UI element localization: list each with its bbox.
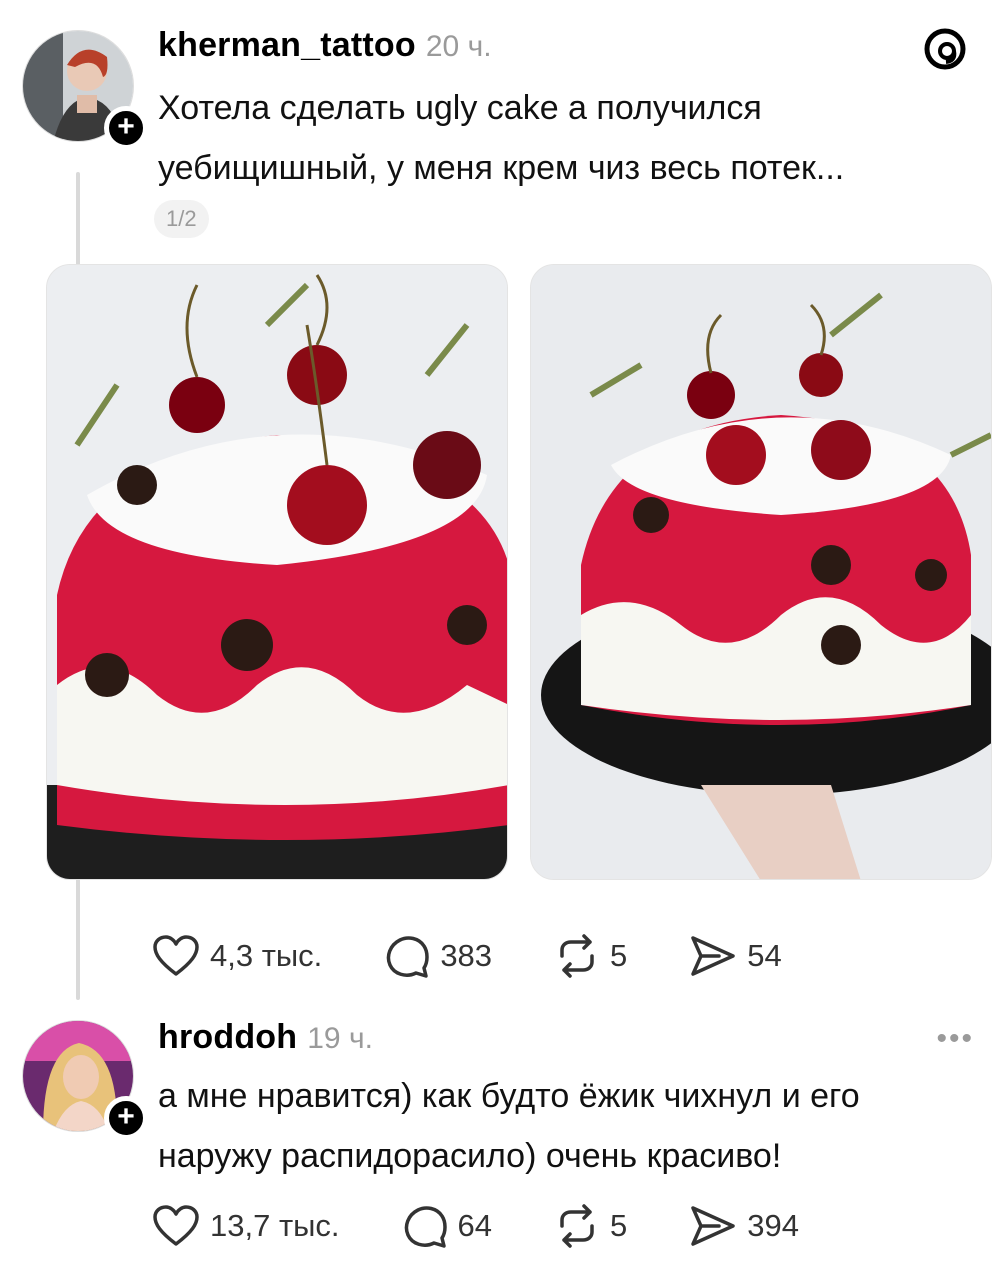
comment-icon <box>404 1206 447 1248</box>
post-text: Хотела сделать ugly cake а получился уеб… <box>158 89 845 187</box>
avatar-container[interactable]: + <box>22 30 148 150</box>
like-button[interactable]: 13,7 тыс. <box>152 1204 340 1248</box>
avatar-container[interactable]: + <box>22 1020 148 1140</box>
post-time: 19 ч. <box>307 1022 373 1055</box>
repost-icon <box>560 934 594 978</box>
threads-logo-icon <box>924 28 966 70</box>
share-button[interactable]: 54 <box>689 934 782 978</box>
reply-button[interactable]: 64 <box>402 1204 492 1248</box>
thread-reply-post: + hroddoh 19 ч. ••• а мне нравится) как … <box>0 1010 1008 1280</box>
reply-count: 383 <box>440 938 493 973</box>
post-header: kherman_tattoo 20 ч. <box>158 26 492 65</box>
repost-button[interactable]: 5 <box>554 1204 627 1248</box>
heart-icon <box>153 935 199 976</box>
media-carousel[interactable] <box>46 264 992 880</box>
send-icon <box>691 1206 736 1246</box>
repost-count: 5 <box>610 1208 628 1243</box>
cake-photo-2[interactable] <box>530 264 992 880</box>
post-actions: 4,3 тыс. 383 5 54 <box>152 934 844 978</box>
follow-plus-icon[interactable]: + <box>104 1096 148 1140</box>
post-time: 20 ч. <box>425 30 492 63</box>
post-header: hroddoh 19 ч. <box>158 1018 373 1057</box>
reply-count: 64 <box>457 1208 493 1243</box>
media-page-indicator: 1/2 <box>154 200 209 238</box>
thread-post: + kherman_tattoo 20 ч. Хотела сделать ug… <box>0 0 1008 1010</box>
post-actions: 13,7 тыс. 64 5 394 <box>152 1204 861 1248</box>
comment-icon <box>387 936 430 978</box>
share-count: 394 <box>747 1208 800 1243</box>
repost-count: 5 <box>610 938 628 973</box>
like-count: 13,7 тыс. <box>210 1208 340 1243</box>
username[interactable]: kherman_tattoo <box>158 26 416 65</box>
username[interactable]: hroddoh <box>158 1018 297 1057</box>
send-icon <box>691 936 736 976</box>
like-button[interactable]: 4,3 тыс. <box>152 934 322 978</box>
like-count: 4,3 тыс. <box>210 938 323 973</box>
reply-button[interactable]: 383 <box>384 934 492 978</box>
follow-plus-icon[interactable]: + <box>104 106 148 150</box>
post-text: а мне нравится) как будто ёжик чихнул и … <box>158 1077 860 1175</box>
more-options-icon[interactable]: ••• <box>936 1022 974 1056</box>
heart-icon <box>153 1205 199 1246</box>
share-button[interactable]: 394 <box>689 1204 799 1248</box>
repost-button[interactable]: 5 <box>554 934 627 978</box>
cake-photo-1[interactable] <box>46 264 508 880</box>
repost-icon <box>560 1204 594 1248</box>
share-count: 54 <box>747 938 782 973</box>
